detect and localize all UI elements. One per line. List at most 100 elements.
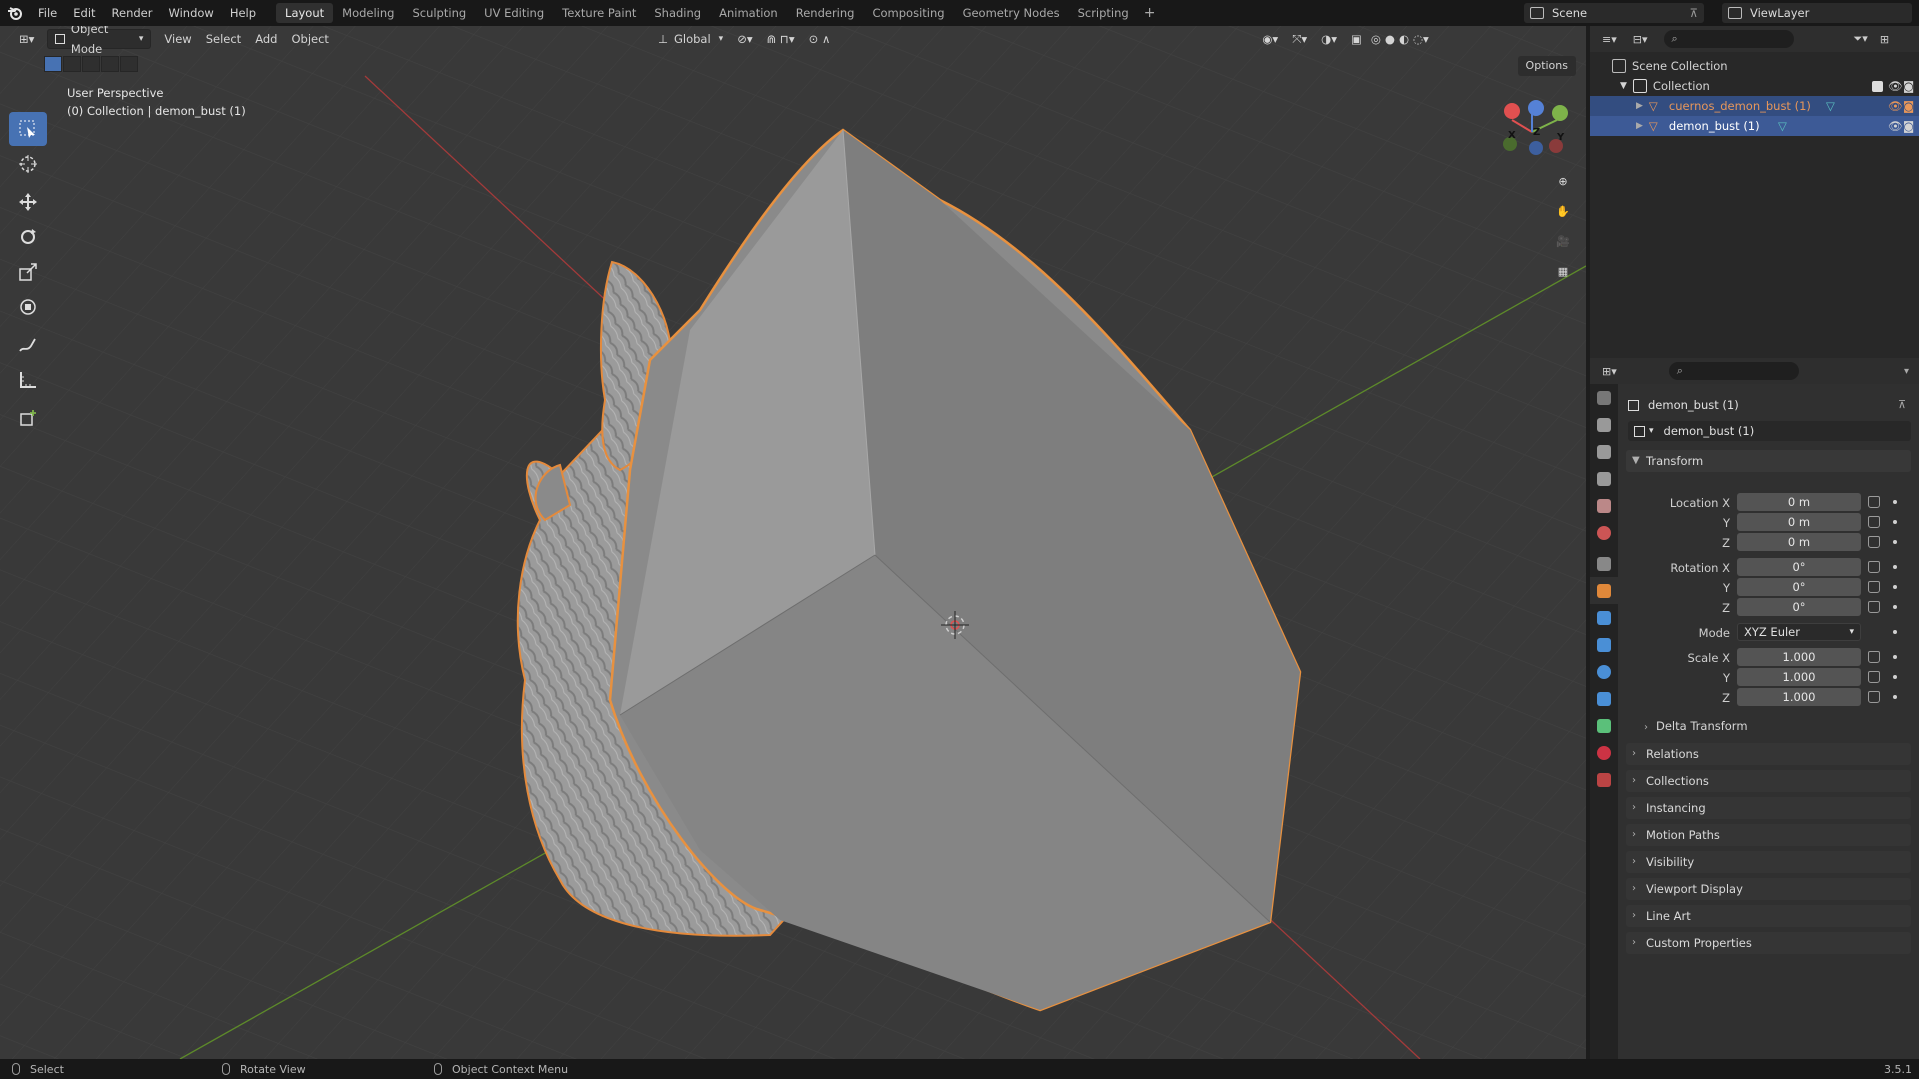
- tab-layout[interactable]: Layout: [276, 3, 334, 23]
- tab-scripting[interactable]: Scripting: [1069, 3, 1138, 23]
- location-z-field[interactable]: 0 m: [1737, 533, 1861, 551]
- display-mode-icon[interactable]: ⊟▾: [1633, 33, 1648, 46]
- add-workspace-icon[interactable]: +: [1138, 5, 1162, 21]
- camera-icon[interactable]: ◙: [1903, 99, 1914, 113]
- modifier-tab-icon[interactable]: [1590, 604, 1618, 631]
- keyframe-dot-icon[interactable]: [1893, 565, 1897, 569]
- ortho-grid-icon[interactable]: ▦: [1550, 258, 1576, 284]
- keyframe-dot-icon[interactable]: [1893, 675, 1897, 679]
- collections-panel[interactable]: › Collections: [1626, 770, 1911, 792]
- measure-tool-icon[interactable]: [9, 363, 47, 397]
- keyframe-dot-icon[interactable]: [1893, 655, 1897, 659]
- outliner-search-input[interactable]: ⌕: [1663, 30, 1794, 48]
- viewport-display-panel[interactable]: › Viewport Display: [1626, 878, 1911, 900]
- rotation-mode-select[interactable]: XYZ Euler ▾: [1737, 623, 1861, 641]
- chevron-down-icon[interactable]: ▾: [1904, 366, 1909, 377]
- shading-wireframe-icon[interactable]: ◎: [1369, 29, 1383, 49]
- collection-tab-icon[interactable]: [1590, 550, 1618, 577]
- xray-icon[interactable]: ▣: [1344, 29, 1369, 49]
- particles-tab-icon[interactable]: [1590, 631, 1618, 658]
- select-new-icon[interactable]: [44, 56, 62, 72]
- rotation-x-field[interactable]: 0°: [1737, 558, 1861, 576]
- keyframe-dot-icon[interactable]: [1893, 695, 1897, 699]
- constraints-tab-icon[interactable]: [1590, 685, 1618, 712]
- lock-icon[interactable]: [1868, 496, 1880, 508]
- object-datablock-field[interactable]: ▾ demon_bust (1): [1628, 421, 1911, 441]
- snap-icon[interactable]: ⋒ ⊓▾: [760, 29, 802, 49]
- gizmo-label-z[interactable]: Z: [1533, 127, 1540, 138]
- scale-tool-icon[interactable]: [9, 255, 47, 289]
- scale-y-field[interactable]: 1.000: [1737, 668, 1861, 686]
- lock-icon[interactable]: [1868, 561, 1880, 573]
- menu-view[interactable]: View: [157, 29, 198, 49]
- proportional-edit-icon[interactable]: ⊙ ∧: [802, 29, 838, 49]
- tab-sculpting[interactable]: Sculpting: [403, 3, 475, 23]
- view-layer-selector[interactable]: ViewLayer: [1722, 3, 1912, 23]
- tab-texture-paint[interactable]: Texture Paint: [553, 3, 645, 23]
- keyframe-dot-icon[interactable]: [1893, 500, 1897, 504]
- rotation-z-field[interactable]: 0°: [1737, 598, 1861, 616]
- scene-collection-row[interactable]: Scene Collection: [1590, 56, 1919, 76]
- outliner-editor-icon[interactable]: ≡▾: [1602, 33, 1617, 46]
- scene-tab-icon[interactable]: [1590, 492, 1618, 519]
- output-tab-icon[interactable]: [1590, 438, 1618, 465]
- view-layer-tab-icon[interactable]: [1590, 465, 1618, 492]
- mode-selector[interactable]: Object Mode ▾: [47, 26, 152, 56]
- outliner-item-cuernos[interactable]: ▶ ▽ cuernos_demon_bust (1) ▽ 👁 ◙: [1590, 96, 1919, 116]
- instancing-panel[interactable]: › Instancing: [1626, 797, 1911, 819]
- rotate-tool-icon[interactable]: [9, 220, 47, 254]
- editor-type-icon[interactable]: ⊞▾: [12, 29, 41, 49]
- tab-rendering[interactable]: Rendering: [787, 3, 864, 23]
- custom-properties-panel[interactable]: › Custom Properties: [1626, 932, 1911, 954]
- new-collection-icon[interactable]: ⊞: [1880, 33, 1889, 46]
- menu-add[interactable]: Add: [248, 29, 284, 49]
- scene-selector[interactable]: Scene ⊼: [1524, 3, 1704, 23]
- select-extend-icon[interactable]: [63, 56, 81, 72]
- lock-icon[interactable]: [1868, 671, 1880, 683]
- tool-tab-icon[interactable]: [1590, 384, 1618, 411]
- gizmo-toggle-icon[interactable]: ⤧▾: [1285, 29, 1314, 49]
- menu-file[interactable]: File: [30, 0, 65, 26]
- pin-icon[interactable]: ⊼: [1898, 398, 1906, 411]
- line-art-panel[interactable]: › Line Art: [1626, 905, 1911, 927]
- tab-compositing[interactable]: Compositing: [863, 3, 953, 23]
- options-dropdown[interactable]: Options: [1517, 56, 1576, 76]
- transform-orientation[interactable]: ⊥ Global ▾: [651, 29, 730, 49]
- lock-icon[interactable]: [1868, 536, 1880, 548]
- add-cube-tool-icon[interactable]: [9, 401, 47, 435]
- camera-icon[interactable]: ◙: [1903, 79, 1914, 93]
- select-box-tool-icon[interactable]: [9, 112, 47, 146]
- keyframe-dot-icon[interactable]: [1893, 520, 1897, 524]
- lock-icon[interactable]: [1868, 581, 1880, 593]
- data-tab-icon[interactable]: [1590, 712, 1618, 739]
- keyframe-dot-icon[interactable]: [1893, 630, 1897, 634]
- keyframe-dot-icon[interactable]: [1893, 540, 1897, 544]
- relations-panel[interactable]: › Relations: [1626, 743, 1911, 765]
- properties-editor-icon[interactable]: ⊞▾: [1602, 365, 1617, 378]
- texture-tab-icon[interactable]: [1590, 766, 1618, 793]
- tab-shading[interactable]: Shading: [645, 3, 710, 23]
- physics-tab-icon[interactable]: [1590, 658, 1618, 685]
- menu-window[interactable]: Window: [160, 0, 221, 26]
- location-y-field[interactable]: 0 m: [1737, 513, 1861, 531]
- shading-rendered-icon[interactable]: ◌▾: [1411, 29, 1431, 49]
- 3d-viewport[interactable]: X Z Y ⊞▾ Object Mode ▾ View Select Add O…: [0, 26, 1586, 1059]
- camera-icon[interactable]: ◙: [1903, 119, 1914, 133]
- shading-solid-icon[interactable]: ●: [1383, 29, 1397, 49]
- rotation-y-field[interactable]: 0°: [1737, 578, 1861, 596]
- exclude-checkbox[interactable]: [1872, 80, 1883, 92]
- menu-help[interactable]: Help: [222, 0, 264, 26]
- tab-uv-editing[interactable]: UV Editing: [475, 3, 553, 23]
- zoom-icon[interactable]: ⊕: [1550, 168, 1576, 194]
- transform-tool-icon[interactable]: [9, 290, 47, 324]
- gizmo-label-x[interactable]: X: [1508, 130, 1516, 141]
- lock-icon[interactable]: [1868, 516, 1880, 528]
- select-subtract-icon[interactable]: [82, 56, 100, 72]
- visibility-icon[interactable]: ◉▾: [1255, 29, 1285, 49]
- scale-x-field[interactable]: 1.000: [1737, 648, 1861, 666]
- render-tab-icon[interactable]: [1590, 411, 1618, 438]
- overlays-icon[interactable]: ◑▾: [1314, 29, 1344, 49]
- transform-panel-header[interactable]: ▼ Transform: [1626, 450, 1911, 472]
- filter-icon[interactable]: ⏷▾: [1854, 32, 1868, 46]
- menu-render[interactable]: Render: [104, 0, 161, 26]
